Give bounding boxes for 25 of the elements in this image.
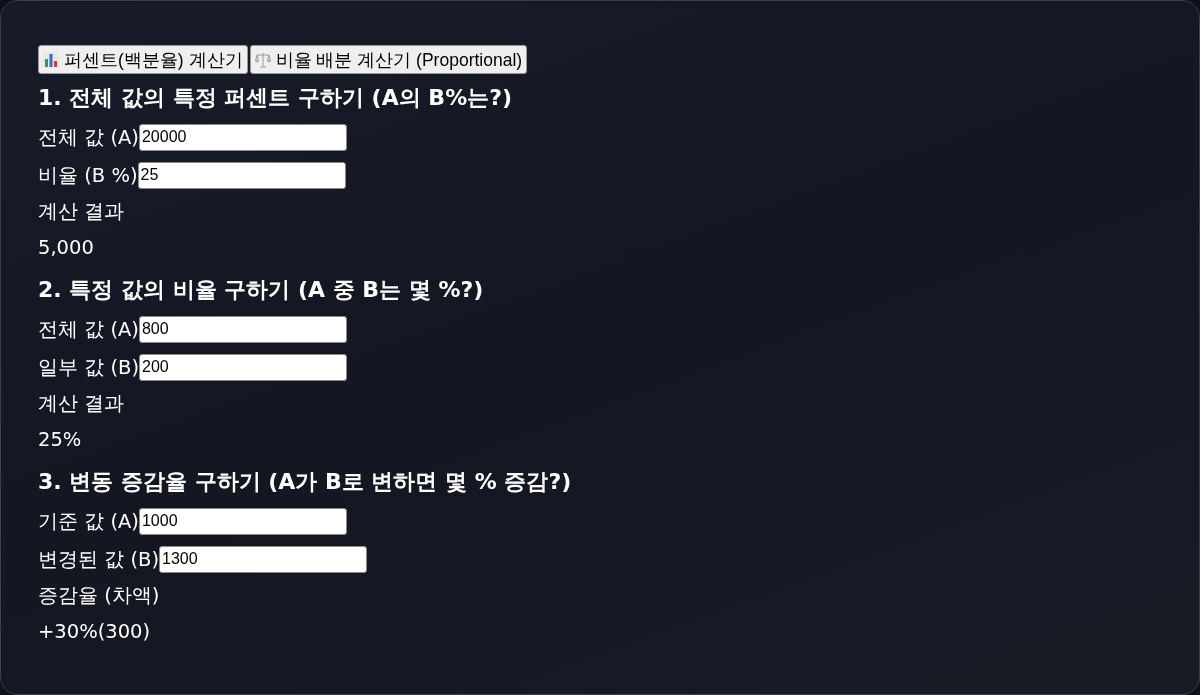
result-value: 25% — [38, 427, 83, 453]
input-field[interactable]: 1000 — [138, 507, 347, 535]
input-field[interactable]: 800 — [138, 315, 347, 343]
section-heading: 2. 특정 값의 비율 구하기 (A 중 B는 몇 %?) — [38, 276, 485, 304]
section-heading: 1. 전체 값의 특정 퍼센트 구하기 (A의 B%는?) — [38, 84, 513, 112]
field-label: 변경된 값 (B) — [38, 546, 159, 573]
field-label: 비율 (B %) — [38, 162, 138, 189]
field-label: 기준 값 (A) — [38, 508, 139, 535]
section-heading: 3. 변동 증감율 구하기 (A가 B로 변하면 몇 % 증감?) — [38, 468, 573, 496]
tab-button[interactable]: 비율 배분 계산기 (Proportional) — [249, 45, 528, 74]
result-value: +30%(300) — [38, 619, 152, 645]
tab-button[interactable]: 퍼센트(백분율) 계산기 — [38, 45, 248, 74]
result-label: 증감율 (차액) — [38, 583, 161, 609]
field-label: 전체 값 (A) — [38, 124, 139, 151]
result-label: 계산 결과 — [38, 391, 126, 417]
input-field[interactable]: 20000 — [138, 123, 347, 151]
input-field[interactable]: 1300 — [159, 545, 367, 573]
field-label: 일부 값 (B) — [38, 354, 139, 381]
field-label: 전체 값 (A) — [38, 316, 139, 343]
input-field[interactable]: 25 — [137, 161, 346, 189]
bar-chart-icon — [43, 51, 59, 68]
input-field[interactable]: 200 — [139, 353, 347, 381]
result-value: 5,000 — [38, 235, 95, 261]
result-label: 계산 결과 — [38, 199, 126, 225]
balance-scale-icon — [254, 51, 271, 68]
